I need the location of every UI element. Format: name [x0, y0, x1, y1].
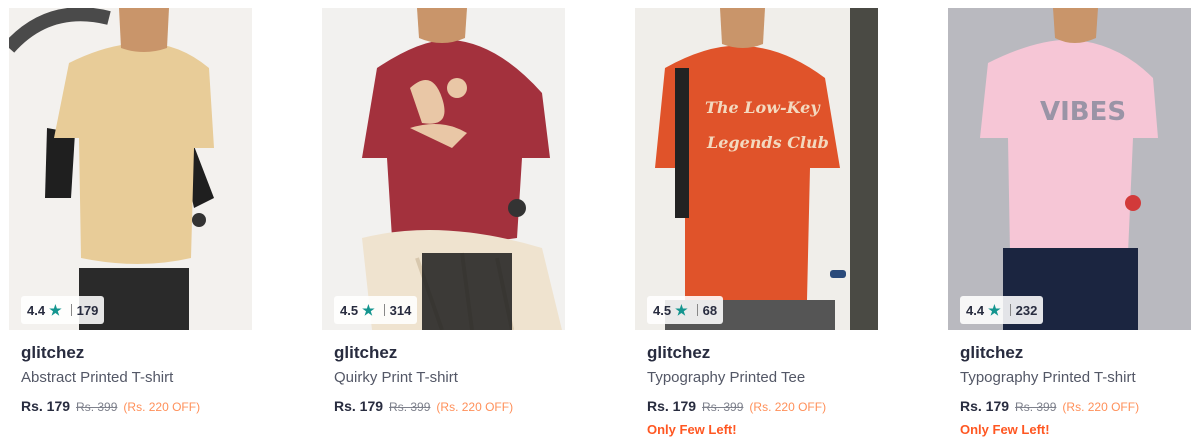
product-title[interactable]: Typography Printed T-shirt [960, 369, 1136, 386]
selling-price: Rs. 179 [334, 398, 384, 414]
product-price: Rs. 179 Rs. 399 (Rs. 220 OFF) [960, 398, 1139, 414]
print-text: VIBES [1040, 97, 1126, 127]
mrp-price: Rs. 399 [76, 400, 118, 414]
product-card[interactable]: The Low-Key Legends Club 4.5 ★ 68 glitch… [635, 8, 878, 437]
rating-count: 179 [76, 302, 99, 318]
mrp-price: Rs. 399 [1015, 400, 1057, 414]
rating-count: 68 [702, 302, 718, 318]
rating-count: 314 [389, 302, 412, 318]
product-brand[interactable]: glitchez [21, 343, 84, 363]
rating-badge: 4.4 ★ 232 [960, 296, 1044, 324]
star-icon: ★ [49, 301, 62, 318]
print-text: The Low-Key [705, 98, 821, 117]
mrp-price: Rs. 399 [389, 400, 431, 414]
mrp-price: Rs. 399 [702, 400, 744, 414]
rating-badge: 4.5 ★ 68 [647, 296, 724, 324]
product-card[interactable]: VIBES 4.4 ★ 232 glitchez Typography Prin… [948, 8, 1191, 437]
rating-divider [1009, 304, 1011, 316]
product-card[interactable]: 4.5 ★ 314 glitchez Quirky Print T-shirt … [322, 8, 565, 431]
selling-price: Rs. 179 [21, 398, 71, 414]
product-title[interactable]: Quirky Print T-shirt [334, 369, 458, 386]
product-price: Rs. 179 Rs. 399 (Rs. 220 OFF) [334, 398, 513, 414]
rating-badge: 4.4 ★ 179 [21, 296, 105, 324]
rating-badge: 4.5 ★ 314 [334, 296, 418, 324]
product-grid: 4.4 ★ 179 glitchez Abstract Printed T-sh… [0, 0, 1200, 437]
discount-label: (Rs. 220 OFF) [1062, 400, 1140, 414]
product-price: Rs. 179 Rs. 399 (Rs. 220 OFF) [647, 398, 826, 414]
print-text: Legends Club [706, 133, 829, 152]
product-brand[interactable]: glitchez [334, 343, 397, 363]
discount-label: (Rs. 220 OFF) [436, 400, 514, 414]
discount-label: (Rs. 220 OFF) [123, 400, 201, 414]
product-image[interactable] [9, 8, 252, 330]
rating-count: 232 [1015, 302, 1038, 318]
product-price: Rs. 179 Rs. 399 (Rs. 220 OFF) [21, 398, 200, 414]
discount-label: (Rs. 220 OFF) [749, 400, 827, 414]
rating-value: 4.4 [27, 302, 46, 318]
selling-price: Rs. 179 [647, 398, 697, 414]
rating-divider [70, 304, 72, 316]
product-title[interactable]: Abstract Printed T-shirt [21, 369, 173, 386]
star-icon: ★ [675, 301, 688, 318]
star-icon: ★ [988, 301, 1001, 318]
product-brand[interactable]: glitchez [647, 343, 710, 363]
product-card[interactable]: 4.4 ★ 179 glitchez Abstract Printed T-sh… [9, 8, 252, 431]
product-title[interactable]: Typography Printed Tee [647, 369, 805, 386]
product-image[interactable]: VIBES [948, 8, 1191, 330]
star-icon: ★ [362, 301, 375, 318]
rating-divider [696, 304, 698, 316]
product-brand[interactable]: glitchez [960, 343, 1023, 363]
rating-value: 4.5 [653, 302, 672, 318]
product-image[interactable]: The Low-Key Legends Club [635, 8, 878, 330]
low-stock-label: Only Few Left! [647, 422, 737, 437]
low-stock-label: Only Few Left! [960, 422, 1050, 437]
rating-value: 4.5 [340, 302, 359, 318]
product-image[interactable] [322, 8, 565, 330]
selling-price: Rs. 179 [960, 398, 1010, 414]
rating-divider [383, 304, 385, 316]
rating-value: 4.4 [966, 302, 985, 318]
